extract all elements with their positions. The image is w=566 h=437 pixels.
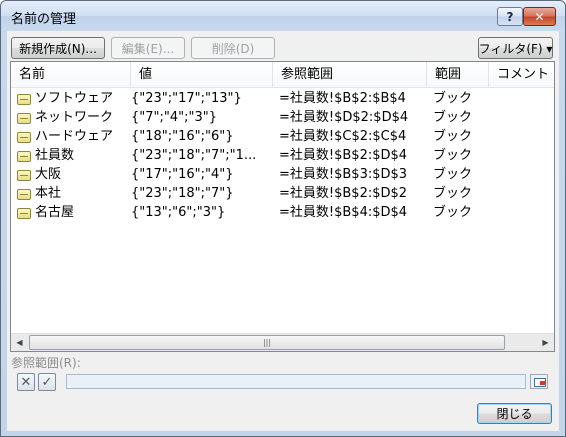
table-row[interactable]: 大阪 {"17";"16";"4"} =社員数!$B$3:$D$3 ブック — [11, 165, 554, 184]
row-comment — [493, 89, 553, 108]
range-select-icon — [534, 378, 546, 387]
column-header-name[interactable]: 名前 — [11, 62, 131, 87]
help-button[interactable]: ? — [497, 7, 523, 26]
scroll-left-icon[interactable]: ◀ — [11, 334, 28, 351]
named-range-icon — [17, 207, 31, 219]
row-comment — [493, 203, 553, 222]
row-refers-to: =社員数!$B$2:$B$4 — [279, 91, 406, 106]
named-range-icon — [17, 93, 31, 105]
dialog-body: 新規作成(N)... 編集(E)... 削除(D) フィルタ(F) ▾ 名前 値… — [7, 31, 559, 431]
named-range-icon — [17, 112, 31, 124]
table-row[interactable]: 名古屋 {"13";"6";"3"} =社員数!$B$4:$D$4 ブック — [11, 203, 554, 222]
scroll-right-icon[interactable]: ▶ — [537, 334, 554, 351]
row-name: 名古屋 — [35, 205, 75, 220]
row-refers-to: =社員数!$C$2:$C$4 — [279, 129, 407, 144]
row-value: {"17";"16";"4"} — [131, 167, 234, 182]
edit-button[interactable]: 編集(E)... — [111, 37, 185, 59]
names-list[interactable]: 名前 値 参照範囲 範囲 コメント ソフトウェア {"23";"17";"13"… — [10, 61, 555, 352]
cross-icon: ✕ — [20, 374, 32, 390]
horizontal-scrollbar[interactable]: ◀ ||| ▶ — [11, 333, 554, 351]
row-comment — [493, 146, 553, 165]
table-row[interactable]: 本社 {"23";"18";"7"} =社員数!$B$2:$D$2 ブック — [11, 184, 554, 203]
table-row[interactable]: ソフトウェア {"23";"17";"13"} =社員数!$B$2:$B$4 ブ… — [11, 89, 554, 108]
row-comment — [493, 165, 553, 184]
row-scope: ブック — [433, 186, 473, 201]
row-comment — [493, 127, 553, 146]
named-range-icon — [17, 131, 31, 143]
name-manager-dialog: 名前の管理 ? ✕ 新規作成(N)... 編集(E)... 削除(D) フィルタ… — [0, 0, 566, 437]
window-close-button[interactable]: ✕ — [523, 7, 556, 26]
column-header-refers-to[interactable]: 参照範囲 — [273, 62, 427, 87]
list-rows: ソフトウェア {"23";"17";"13"} =社員数!$B$2:$B$4 ブ… — [11, 89, 554, 222]
row-scope: ブック — [433, 167, 473, 182]
refers-to-input[interactable] — [66, 374, 526, 389]
named-range-icon — [17, 188, 31, 200]
row-refers-to: =社員数!$B$2:$D$2 — [279, 186, 408, 201]
help-icon: ? — [506, 9, 514, 24]
title-bar[interactable]: 名前の管理 ? ✕ — [1, 1, 565, 31]
row-name: ソフトウェア — [35, 91, 114, 106]
row-refers-to: =社員数!$B$4:$D$4 — [279, 205, 408, 220]
row-refers-to: =社員数!$B$2:$D$4 — [279, 148, 408, 163]
row-name: 社員数 — [35, 148, 75, 163]
row-comment — [493, 108, 553, 127]
row-refers-to: =社員数!$B$3:$D$3 — [279, 167, 408, 182]
row-value: {"23";"18";"7"} — [131, 186, 234, 201]
column-header-value[interactable]: 値 — [131, 62, 273, 87]
new-button[interactable]: 新規作成(N)... — [11, 37, 105, 59]
row-name: ハードウェア — [35, 129, 114, 144]
row-name: 大阪 — [35, 167, 62, 182]
confirm-edit-button[interactable]: ✓ — [38, 373, 56, 391]
row-comment — [493, 184, 553, 203]
column-header-scope[interactable]: 範囲 — [427, 62, 489, 87]
dialog-title: 名前の管理 — [11, 12, 77, 27]
checkmark-icon: ✓ — [41, 374, 53, 390]
row-scope: ブック — [433, 91, 473, 106]
row-refers-to: =社員数!$D$2:$D$4 — [279, 110, 409, 125]
scrollbar-thumb[interactable]: ||| — [29, 335, 505, 350]
row-value: {"13";"6";"3"} — [131, 205, 226, 220]
close-icon: ✕ — [534, 9, 545, 24]
table-row[interactable]: ハードウェア {"18";"16";"6"} =社員数!$C$2:$C$4 ブッ… — [11, 127, 554, 146]
filter-button[interactable]: フィルタ(F) ▾ — [478, 37, 553, 59]
collapse-dialog-button[interactable] — [530, 374, 548, 389]
delete-button[interactable]: 削除(D) — [191, 37, 275, 59]
row-name: ネットワーク — [35, 110, 114, 125]
row-scope: ブック — [433, 205, 473, 220]
table-row[interactable]: 社員数 {"23";"18";"7";"1... =社員数!$B$2:$D$4 … — [11, 146, 554, 165]
row-scope: ブック — [433, 148, 473, 163]
named-range-icon — [17, 150, 31, 162]
row-scope: ブック — [433, 129, 473, 144]
table-row[interactable]: ネットワーク {"7";"4";"3"} =社員数!$D$2:$D$4 ブック — [11, 108, 554, 127]
named-range-icon — [17, 169, 31, 181]
close-button[interactable]: 閉じる — [477, 403, 552, 424]
row-scope: ブック — [433, 110, 473, 125]
column-header-comment[interactable]: コメント — [489, 62, 554, 87]
row-value: {"18";"16";"6"} — [131, 129, 234, 144]
row-value: {"7";"4";"3"} — [131, 110, 217, 125]
grip-icon: ||| — [262, 338, 272, 347]
row-name: 本社 — [35, 186, 62, 201]
refers-to-label: 参照範囲(R): — [11, 356, 81, 370]
row-value: {"23";"18";"7";"1... — [131, 148, 257, 163]
cancel-edit-button[interactable]: ✕ — [17, 373, 35, 391]
row-value: {"23";"17";"13"} — [131, 91, 242, 106]
list-header: 名前 値 参照範囲 範囲 コメント — [11, 62, 554, 88]
